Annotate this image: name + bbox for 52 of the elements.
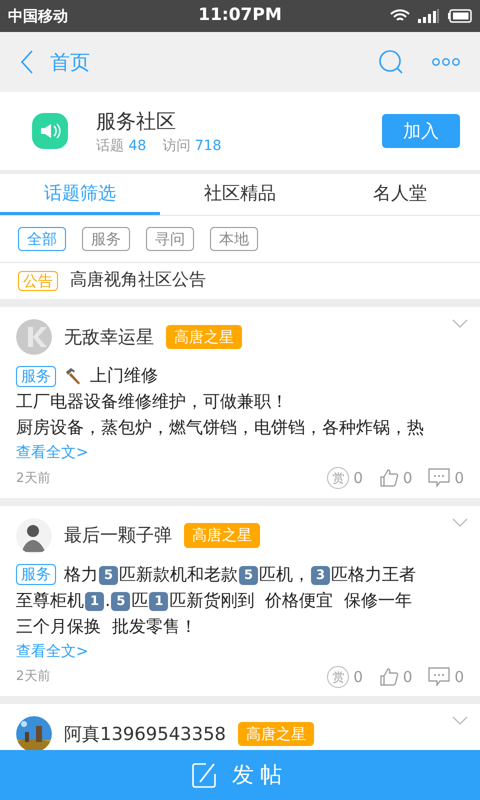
read-more-link[interactable]: 查看全文> [16, 640, 464, 662]
clock: 11:07PM [198, 4, 282, 28]
user-name: 最后一颗子弹 [64, 524, 172, 548]
carrier-name: 中国移动 [8, 6, 68, 27]
post-card[interactable]: 最后一颗子弹 高唐之星 服务 格力 5 匹新款机和老款 5 匹机， 3 匹格力王者 至尊柜机 1 . 5 匹 1 匹新货刚到 价格便宜 保修一年 三个月保换 批发零售！ 查看全文> 2天前 赏 0 0 0 [0, 506, 480, 696]
post-text: 格力 5 匹新款机和老款 5 匹机， 3 匹格力王者 [64, 564, 416, 587]
post-text: 工厂电器设备维修维护，可做兼职！ [16, 391, 288, 414]
notice-row[interactable]: 公告 高唐视角社区公告 [0, 263, 480, 299]
chevron-down-icon[interactable] [452, 319, 468, 328]
compose-icon [192, 762, 216, 788]
more-icon[interactable] [432, 57, 460, 67]
user-badge: 高唐之星 [238, 722, 314, 746]
chevron-down-icon[interactable] [452, 518, 468, 526]
signal-icon [418, 9, 440, 23]
speaker-icon [32, 113, 68, 149]
category-tag: 服务 [16, 564, 56, 585]
post-text: 至尊柜机 1 . 5 匹 1 匹新货刚到 价格便宜 保修一年 [16, 590, 412, 613]
chevron-down-icon[interactable] [452, 716, 468, 725]
tab[interactable]: 社区精品 [160, 174, 320, 215]
user-name: 阿真13969543358 [64, 722, 226, 746]
like-button[interactable]: 0 [378, 467, 412, 490]
post-time: 2天前 [16, 668, 50, 686]
post-card[interactable]: 阿真13969543358 高唐之星 [0, 704, 480, 750]
post-time: 2天前 [16, 470, 50, 488]
read-more-link[interactable]: 查看全文> [16, 441, 464, 463]
hammer-icon [64, 367, 82, 385]
filter-chip[interactable]: 本地 [210, 227, 258, 251]
visit-count: 访问 718 [162, 136, 222, 156]
new-post-button[interactable]: 发帖 [0, 750, 480, 800]
post-card[interactable]: 无敌幸运星 高唐之星 服务 上门维修 工厂电器设备维修维护，可做兼职！ 厨房设备，蒸包炉，燃气饼铛，电饼铛，各种炸锅，热 查看全文> 2天前 赏 0 0 0 [0, 307, 480, 498]
like-button[interactable]: 0 [378, 666, 412, 688]
post-text: 厨房设备，蒸包炉，燃气饼铛，电饼铛，各种炸锅，热 [16, 417, 424, 440]
user-name: 无敌幸运星 [64, 326, 154, 350]
topic-count: 话题 48 [96, 136, 146, 156]
tab[interactable]: 名人堂 [320, 174, 480, 215]
category-tag: 服务 [16, 366, 56, 386]
notice-tag: 公告 [18, 271, 58, 291]
search-icon[interactable] [378, 49, 404, 75]
notice-text: 高唐视角社区公告 [70, 269, 206, 292]
back-button[interactable]: 首页 [20, 47, 90, 77]
back-icon [20, 50, 34, 74]
community-name: 服务社区 [96, 108, 177, 134]
post-text: 三个月保换 批发零售！ [16, 616, 197, 638]
post-title: 上门维修 [90, 365, 158, 388]
user-badge: 高唐之星 [184, 523, 260, 548]
wifi-icon [390, 9, 410, 23]
filter-chip[interactable]: 寻问 [146, 227, 194, 251]
filter-chip[interactable]: 服务 [82, 227, 130, 251]
battery-icon [448, 9, 472, 23]
filter-chip[interactable]: 全部 [18, 227, 66, 251]
user-badge: 高唐之星 [166, 324, 242, 350]
join-button[interactable]: 加入 [382, 114, 460, 148]
